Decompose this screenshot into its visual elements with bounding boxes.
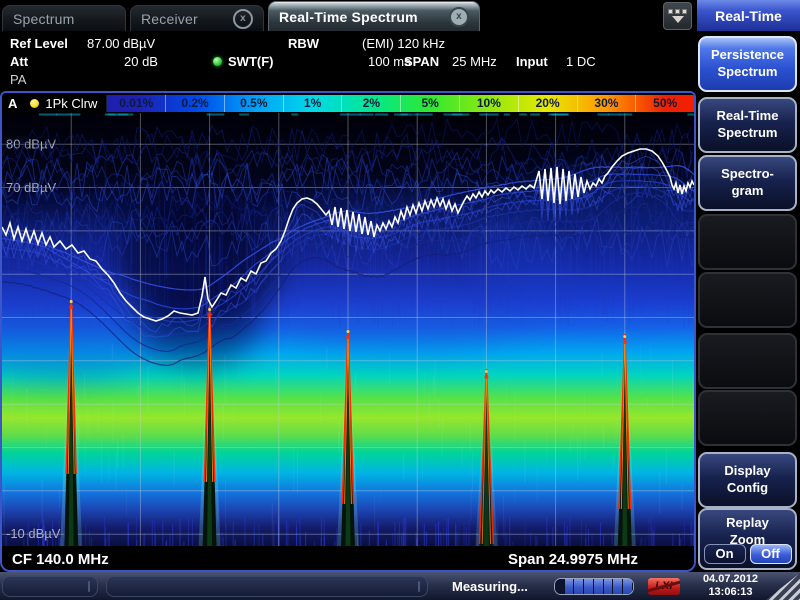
tab-label: Receiver [141,11,198,27]
ref-level-value[interactable]: 87.00 dBµV [87,36,155,51]
span-label: SPAN [404,54,439,69]
rbw-value[interactable]: (EMI) 120 kHz [362,36,445,51]
tab-list-button[interactable] [663,2,692,30]
toggle-off-button[interactable]: Off [750,544,792,564]
tab-label: Real-Time Spectrum [279,9,418,25]
measurement-status: Measuring... [452,579,528,594]
close-icon[interactable]: x [449,7,469,27]
close-icon[interactable]: x [233,9,253,29]
instrument-screen: Spectrum Receiver x Real-Time Spectrum x… [0,0,800,600]
taskbar-button-2[interactable] [106,576,428,597]
tab-realtime-spectrum[interactable]: Real-Time Spectrum x [268,1,480,31]
softkey-empty-1 [698,214,797,270]
softkey-sidebar: Real-Time Persistence Spectrum Real-Time… [696,0,800,572]
ref-level-label: Ref Level [10,36,68,51]
svg-text:-10 dBµV: -10 dBµV [6,526,61,541]
att-value[interactable]: 20 dB [124,54,158,69]
att-label: Att [10,54,28,69]
softkey-label: Spectrum [718,125,778,142]
time-text: 13:06:13 [703,586,758,599]
scale-tick: 5% [401,95,460,112]
tab-list-icon [668,9,687,14]
softkey-label: Spectrum [718,64,778,81]
softkey-persistence-spectrum[interactable]: Persistence Spectrum [698,36,797,92]
persistence-color-scale: 0.01% 0.2% 0.5% 1% 2% 5% 10% 20% 30% 50% [106,95,694,112]
tab-receiver[interactable]: Receiver x [130,5,264,31]
trace-mode-label[interactable]: 1Pk Clrw [45,96,97,111]
softkey-display-config[interactable]: Display Config [698,452,797,508]
input-label: Input [516,54,548,69]
trace-marker-icon [30,99,39,108]
scale-tick: 0.5% [225,95,284,112]
softkey-empty-3 [698,333,797,389]
sweep-progress-bar [554,578,634,595]
preamp-indicator: PA [10,72,26,87]
toggle-on-button[interactable]: On [704,544,746,564]
window-badge: A [8,96,17,111]
frequency-bar: CF 140.0 MHz Span 24.9975 MHz [2,546,694,572]
softkey-label: Spectro- [721,166,774,183]
scale-tick: 30% [578,95,637,112]
datetime-display: 04.07.2012 13:06:13 [703,573,758,599]
measurement-window: A 1Pk Clrw 0.01% 0.2% 0.5% 1% 2% 5% 10% … [0,91,696,572]
scale-tick: 10% [460,95,519,112]
lxi-status-icon: LXI [648,578,680,595]
chevron-down-icon [672,16,684,23]
span-value[interactable]: 25 MHz [452,54,497,69]
scale-tick: 1% [284,95,343,112]
softkey-label: gram [732,183,764,200]
sweep-led-icon [213,57,222,66]
softkey-label: Replay [726,515,769,532]
settings-header: Ref Level 87.00 dBµV RBW (EMI) 120 kHz A… [0,31,696,91]
swt-label: SWT(F) [228,54,273,69]
tab-bar: Spectrum Receiver x Real-Time Spectrum x [0,0,696,31]
scale-tick: 0.2% [166,95,225,112]
input-value[interactable]: 1 DC [566,54,596,69]
taskbar-button-1[interactable] [2,576,98,597]
softkey-spectrogram[interactable]: Spectro- gram [698,155,797,211]
softkey-replay-zoom[interactable]: Replay Zoom On Off [698,508,797,570]
resize-grip-icon [766,573,800,600]
scale-tick: 2% [342,95,401,112]
trace-info-bar: A 1Pk Clrw 0.01% 0.2% 0.5% 1% 2% 5% 10% … [2,93,694,113]
spectrum-display[interactable]: 80 dBµV70 dBµV-10 dBµV [2,113,694,546]
tab-spectrum[interactable]: Spectrum [2,5,126,31]
softkey-label: Real-Time [717,108,779,125]
softkey-label: Display [724,463,770,480]
softkey-empty-2 [698,272,797,328]
menu-title: Real-Time [696,0,800,31]
date-text: 04.07.2012 [703,573,758,586]
scale-tick: 0.01% [107,95,166,112]
span-readout[interactable]: Span 24.9975 MHz [508,551,638,568]
scale-tick: 50% [636,95,694,112]
softkey-label: Config [727,480,768,497]
replay-zoom-toggle: On Off [700,544,795,564]
center-frequency-readout[interactable]: CF 140.0 MHz [12,551,109,568]
tab-label: Spectrum [13,11,75,27]
softkey-empty-4 [698,390,797,446]
scale-tick: 20% [519,95,578,112]
softkey-realtime-spectrum[interactable]: Real-Time Spectrum [698,97,797,153]
softkey-label: Persistence [711,47,784,64]
rbw-label: RBW [288,36,319,51]
status-bar: Measuring... LXI 04.07.2012 13:06:13 [0,572,800,600]
